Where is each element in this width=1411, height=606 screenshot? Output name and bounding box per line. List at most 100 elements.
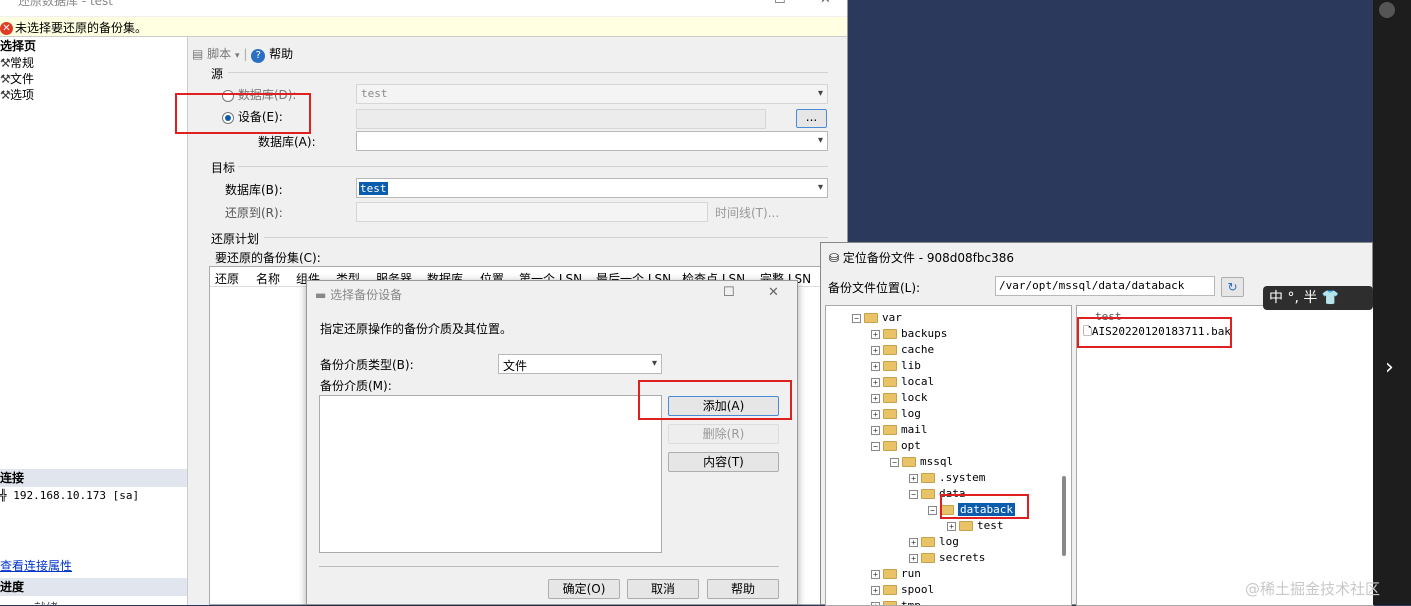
view-connection-link[interactable]: 查看连接属性: [0, 557, 72, 574]
tree-label: log: [939, 535, 959, 548]
right-edge-panel: ›: [1373, 0, 1411, 605]
tree-node-spool[interactable]: +spool: [871, 582, 934, 598]
expand-icon[interactable]: +: [871, 346, 880, 355]
tree-label: opt: [901, 439, 921, 452]
tree-label: run: [901, 567, 921, 580]
folder-icon: [883, 345, 897, 355]
warning-icon: ✕: [0, 22, 13, 35]
collapse-icon[interactable]: −: [890, 458, 899, 467]
target-db-select[interactable]: test▾: [356, 178, 828, 198]
tree-label: local: [901, 375, 934, 388]
expand-icon[interactable]: +: [871, 602, 880, 606]
tree-node-log[interactable]: +log: [871, 406, 921, 422]
chevron-down-icon: ▾: [652, 358, 657, 369]
timeline-button[interactable]: 时间线(T)...: [715, 204, 779, 221]
file-list[interactable]: test 🗋AIS20220120183711.bak: [1076, 305, 1374, 606]
col-name[interactable]: 名称: [256, 270, 280, 287]
expand-icon[interactable]: +: [871, 394, 880, 403]
radio-database-circle[interactable]: [222, 90, 234, 102]
tree-node-data[interactable]: −data: [909, 486, 966, 502]
tree-node-var[interactable]: −var: [852, 310, 902, 326]
collapse-icon[interactable]: −: [852, 314, 861, 323]
tree-node-cache[interactable]: +cache: [871, 342, 934, 358]
tree-node-lock[interactable]: +lock: [871, 390, 928, 406]
location-input[interactable]: /var/opt/mssql/data/databack: [995, 276, 1215, 296]
radio-database[interactable]: 数据库(D):: [222, 86, 296, 103]
tree-node-databack[interactable]: −databack: [928, 502, 1015, 518]
expand-icon[interactable]: +: [871, 378, 880, 387]
expand-icon[interactable]: +: [909, 474, 918, 483]
add-button[interactable]: 添加(A): [668, 396, 779, 416]
maximize-button[interactable]: ☐: [774, 0, 786, 7]
target-db-label: 数据库(B):: [225, 181, 283, 198]
close-button[interactable]: ✕: [820, 0, 831, 7]
source-db-select[interactable]: ▾: [356, 131, 828, 151]
collapse-icon[interactable]: −: [909, 490, 918, 499]
media-list[interactable]: [319, 395, 662, 553]
expand-icon[interactable]: +: [947, 522, 956, 531]
file-icon: 🗋: [1083, 325, 1092, 338]
folder-icon: [921, 473, 935, 483]
tree-node-run[interactable]: + run: [871, 566, 921, 582]
select-page-header: 选择页: [0, 37, 187, 55]
tree-label: secrets: [939, 551, 985, 564]
expand-icon[interactable]: +: [871, 410, 880, 419]
expand-icon[interactable]: +: [871, 330, 880, 339]
expand-icon[interactable]: +: [909, 538, 918, 547]
dialog-maximize-button[interactable]: ☐: [723, 285, 735, 300]
next-arrow-icon[interactable]: ›: [1385, 355, 1394, 380]
toolbar: ▤ 脚本 ▾ | ? 帮助: [192, 45, 293, 63]
tree-node-test[interactable]: +test: [947, 518, 1004, 534]
page-files[interactable]: ⚒文件: [0, 71, 187, 87]
tree-node-log2[interactable]: + log: [909, 534, 959, 550]
file-item-bak[interactable]: 🗋AIS20220120183711.bak: [1083, 324, 1231, 340]
help-button[interactable]: 帮助: [269, 47, 293, 61]
source-database-select[interactable]: test▾: [356, 84, 828, 104]
ime-indicator[interactable]: 中 °, 半 👕: [1263, 286, 1373, 310]
col-restore[interactable]: 还原: [215, 270, 239, 287]
page-general[interactable]: ⚒常规: [0, 55, 187, 71]
tree-node-mssql[interactable]: −mssql: [890, 454, 953, 470]
folder-icon: [883, 601, 897, 606]
tree-node-secrets[interactable]: + secrets: [909, 550, 985, 566]
tree-scrollbar[interactable]: [1062, 476, 1066, 556]
radio-device-circle[interactable]: [222, 112, 234, 124]
file-item-test[interactable]: test: [1095, 309, 1122, 325]
expand-icon[interactable]: +: [871, 570, 880, 579]
target-header: 目标: [211, 159, 235, 176]
tree-node-local[interactable]: + local: [871, 374, 934, 390]
remove-button[interactable]: 删除(R): [668, 424, 779, 444]
tree-node-opt[interactable]: − opt: [871, 438, 921, 454]
folder-icon: [921, 553, 935, 563]
media-type-select[interactable]: 文件▾: [498, 354, 662, 374]
collapse-icon[interactable]: −: [871, 442, 880, 451]
cancel-button[interactable]: 取消: [627, 579, 699, 599]
refresh-icon[interactable]: ↻: [1221, 277, 1244, 297]
script-dropdown-icon[interactable]: ▾: [235, 51, 240, 61]
script-button[interactable]: 脚本: [207, 47, 231, 61]
expand-icon[interactable]: +: [871, 362, 880, 371]
tree-node-lib[interactable]: +lib: [871, 358, 921, 374]
file-name: AIS20220120183711.bak: [1092, 325, 1231, 338]
expand-icon[interactable]: +: [871, 426, 880, 435]
folder-tree[interactable]: −var +backups +cache +lib + local +lock +…: [825, 305, 1072, 606]
tree-node-mail[interactable]: +mail: [871, 422, 928, 438]
help-dialog-button[interactable]: 帮助: [707, 579, 779, 599]
close-circle-icon[interactable]: [1379, 2, 1395, 18]
radio-device-label: 设备(E):: [238, 110, 283, 124]
expand-icon[interactable]: +: [909, 554, 918, 563]
collapse-icon[interactable]: −: [928, 506, 937, 515]
progress-status: 就绪: [34, 599, 58, 605]
ok-button[interactable]: 确定(O): [548, 579, 620, 599]
radio-device[interactable]: 设备(E):: [222, 108, 283, 125]
tree-node-system[interactable]: +.system: [909, 470, 985, 486]
page-options[interactable]: ⚒选项: [0, 87, 187, 103]
dialog-close-button[interactable]: ✕: [768, 285, 779, 300]
expand-icon[interactable]: +: [871, 586, 880, 595]
contents-button[interactable]: 内容(T): [668, 452, 779, 472]
media-type-label: 备份介质类型(B):: [320, 356, 414, 373]
minimize-button[interactable]: —: [730, 0, 743, 7]
device-path-field[interactable]: [356, 109, 766, 129]
browse-button[interactable]: ...: [796, 109, 827, 128]
tree-node-backups[interactable]: +backups: [871, 326, 947, 342]
